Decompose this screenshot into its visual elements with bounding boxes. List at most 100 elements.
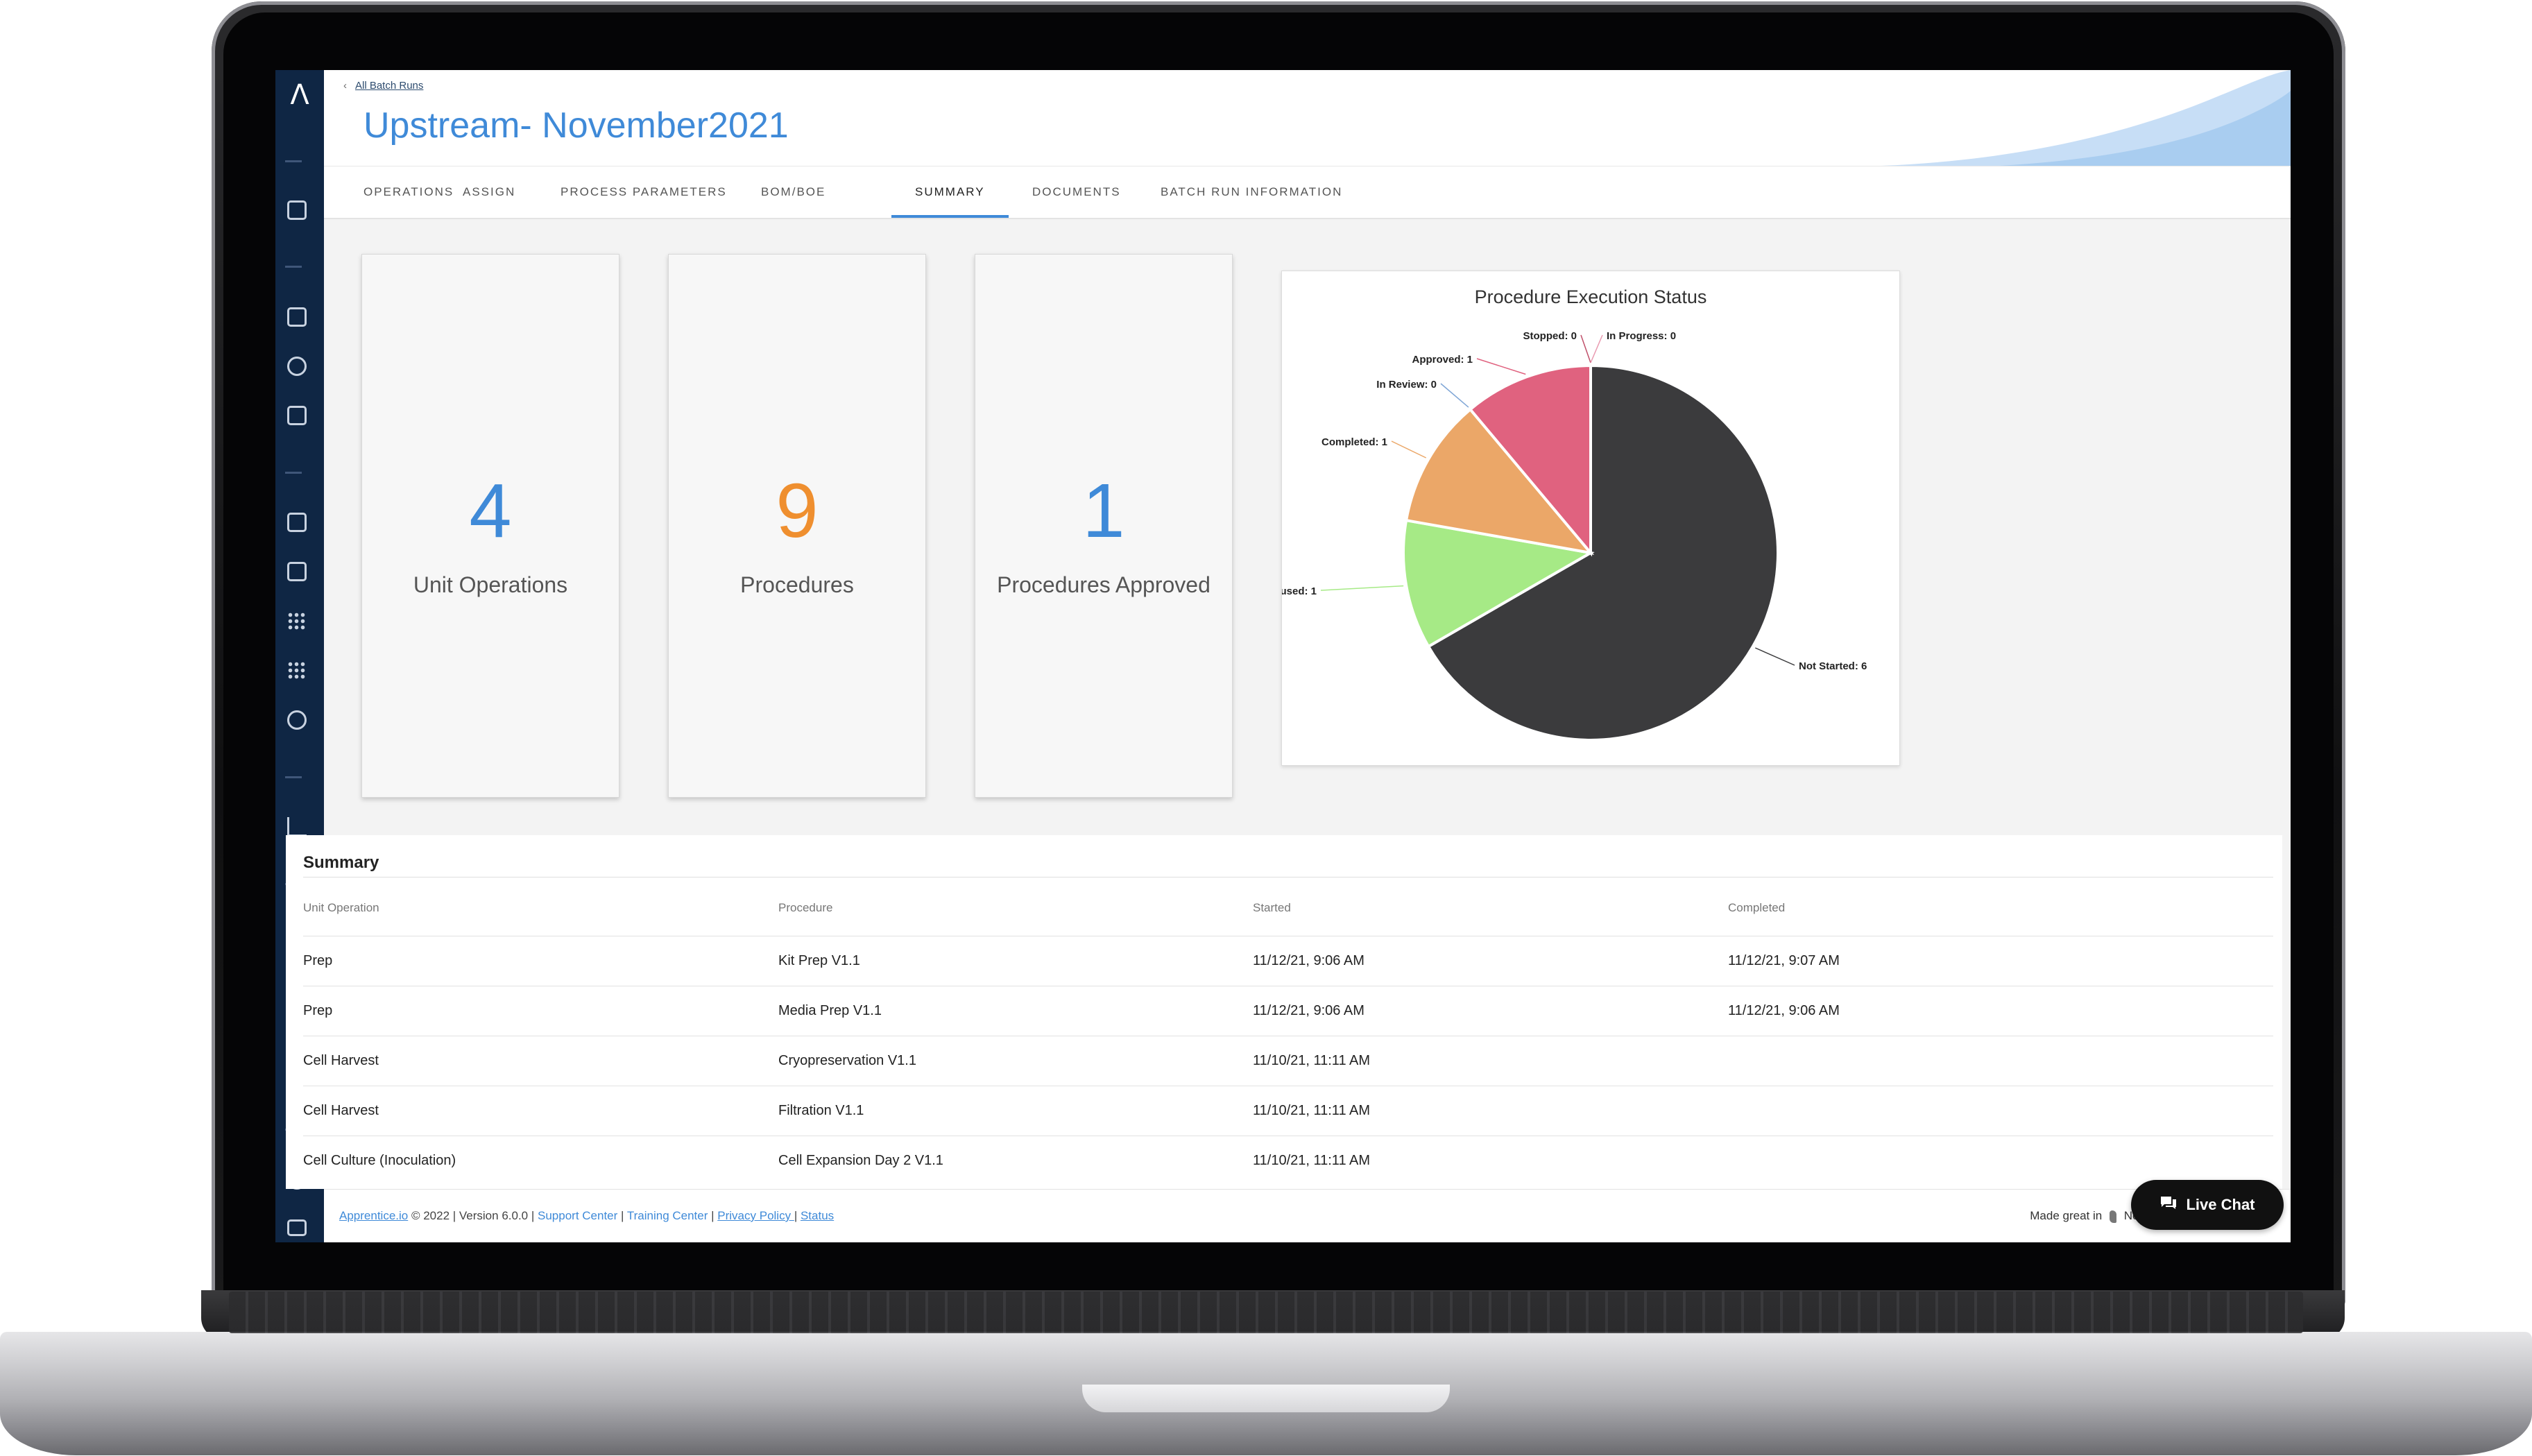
sidebar-divider <box>285 472 302 474</box>
trackpad-notch <box>1082 1385 1450 1412</box>
cell-started: 11/10/21, 11:11 AM <box>1253 1153 1371 1168</box>
table-row[interactable]: Cell Culture (Inoculation) Cell Expansio… <box>303 1136 2273 1186</box>
clock-icon[interactable] <box>287 710 307 730</box>
cell-procedure: Media Prep V1.1 <box>778 1003 882 1018</box>
pie-label-connector <box>1391 440 1427 459</box>
tab-operations[interactable]: OPERATIONS <box>363 166 454 218</box>
pie-label-connector <box>1440 383 1469 408</box>
pie-label-approved: Approved: 1 <box>1412 354 1473 366</box>
page-footer: Apprentice.io © 2022 | Version 6.0.0 | S… <box>324 1189 2291 1242</box>
chevron-left-icon[interactable]: ‹ <box>343 80 347 92</box>
cell-unit-operation: Cell Culture (Inoculation) <box>303 1153 456 1168</box>
grid-icon[interactable] <box>287 612 307 631</box>
tab-summary[interactable]: SUMMARY <box>891 166 1009 218</box>
sidebar-divider <box>285 776 302 778</box>
tab-documents[interactable]: DOCUMENTS <box>1032 166 1121 218</box>
table-row[interactable]: Prep Kit Prep V1.1 11/12/21, 9:06 AM 11/… <box>303 936 2273 986</box>
procedures-approved-card: 1 Procedures Approved <box>975 254 1233 798</box>
cell-unit-operation: Cell Harvest <box>303 1053 379 1068</box>
cell-started: 11/12/21, 9:06 AM <box>1253 1003 1365 1018</box>
cell-started: 11/10/21, 11:11 AM <box>1253 1103 1371 1118</box>
training-center-link[interactable]: Training Center <box>627 1209 708 1222</box>
column-header-procedure[interactable]: Procedure <box>778 901 832 915</box>
pie-label-connector <box>1320 585 1404 591</box>
footer-separator: | <box>708 1209 718 1222</box>
table-row[interactable]: Cell Harvest Cryopreservation V1.1 11/10… <box>303 1036 2273 1086</box>
live-chat-label: Live Chat <box>2186 1196 2255 1213</box>
pie-label-in-review: In Review: 0 <box>1376 379 1437 391</box>
footer-separator: | <box>617 1209 627 1222</box>
tab-process-parameters[interactable]: PROCESS PARAMETERS <box>561 166 727 218</box>
unit-operations-count: 4 <box>469 468 512 554</box>
apps-icon[interactable] <box>287 661 307 680</box>
logout-icon[interactable] <box>287 1219 307 1236</box>
procedures-label: Procedures <box>740 572 854 597</box>
app-screen: Λ ‹ All Batch Runs Upstream- November202… <box>275 70 2291 1242</box>
unit-operations-label: Unit Operations <box>413 572 568 597</box>
cell-completed: 11/12/21, 9:06 AM <box>1728 1003 1840 1018</box>
sidebar-divider <box>285 160 302 162</box>
privacy-policy-link[interactable]: Privacy Policy <box>717 1209 794 1222</box>
procedure-status-chart: Procedure Execution Status Not Started: … <box>1281 271 1900 766</box>
footer-separator: | <box>794 1209 801 1222</box>
cell-procedure: Kit Prep V1.1 <box>778 953 860 968</box>
procedures-card: 9 Procedures <box>668 254 926 798</box>
cell-unit-operation: Cell Harvest <box>303 1103 379 1118</box>
footer-links: Apprentice.io © 2022 | Version 6.0.0 | S… <box>339 1209 834 1223</box>
column-header-unit-operation[interactable]: Unit Operation <box>303 901 379 915</box>
chat-bubble-icon <box>2159 1181 2178 1231</box>
gauge-icon[interactable] <box>287 357 307 376</box>
column-header-started[interactable]: Started <box>1253 901 1291 915</box>
cell-procedure: Cell Expansion Day 2 V1.1 <box>778 1153 943 1168</box>
documents-icon[interactable] <box>287 562 307 581</box>
keyboard-edge <box>229 1292 2303 1333</box>
tab-bar: OPERATIONS ASSIGN PROCESS PARAMETERS BOM… <box>324 166 2291 219</box>
procedures-count: 9 <box>776 468 819 554</box>
bar-chart-icon[interactable] <box>287 817 307 837</box>
cell-started: 11/10/21, 11:11 AM <box>1253 1053 1371 1068</box>
new-jersey-icon <box>2109 1210 2116 1223</box>
breadcrumb-all-batch-runs[interactable]: All Batch Runs <box>355 80 423 92</box>
live-chat-button[interactable]: Live Chat <box>2131 1180 2284 1230</box>
support-center-link[interactable]: Support Center <box>538 1209 617 1222</box>
procedures-approved-label: Procedures Approved <box>997 572 1211 597</box>
tab-assign[interactable]: ASSIGN <box>463 166 515 218</box>
pie-label-connector <box>1590 334 1603 363</box>
apprentice-link[interactable]: Apprentice.io <box>339 1209 408 1222</box>
table-row[interactable]: Cell Harvest Filtration V1.1 11/10/21, 1… <box>303 1086 2273 1136</box>
page-header: ‹ All Batch Runs Upstream- November2021 <box>324 70 2291 166</box>
dashboard-icon[interactable] <box>287 200 307 220</box>
video-icon[interactable] <box>287 307 307 327</box>
gallery-icon[interactable] <box>287 406 307 425</box>
header-wave-decoration <box>1881 70 2291 166</box>
column-header-completed[interactable]: Completed <box>1728 901 1785 915</box>
pie-label-connector <box>1476 358 1526 375</box>
cell-procedure: Cryopreservation V1.1 <box>778 1053 916 1068</box>
procedures-approved-count: 1 <box>1082 468 1125 554</box>
cell-unit-operation: Prep <box>303 953 333 968</box>
pie-label-connector <box>1580 334 1591 363</box>
summary-title: Summary <box>303 853 379 872</box>
breadcrumb: ‹ All Batch Runs <box>343 80 423 92</box>
pie-label-paused: Paused: 1 <box>1282 585 1317 597</box>
pie-chart: Not Started: 6 Paused: 1 Completed: 1 In Re… <box>1282 330 1867 742</box>
pie-label-in-progress: In Progress: 0 <box>1607 330 1676 342</box>
tab-batch-run-information[interactable]: BATCH RUN INFORMATION <box>1161 166 1342 218</box>
page-title: Upstream- November2021 <box>363 105 789 146</box>
tab-bom-boe[interactable]: BOM/BOE <box>761 166 826 218</box>
cell-unit-operation: Prep <box>303 1003 333 1018</box>
unit-operations-card: 4 Unit Operations <box>361 254 619 798</box>
made-in-label: Made great in <box>2030 1209 2103 1222</box>
summary-panel: Summary Unit Operation Procedure Started… <box>286 835 2282 1189</box>
cell-completed: 11/12/21, 9:07 AM <box>1728 953 1840 968</box>
window-icon[interactable] <box>287 513 307 532</box>
pie-label-stopped: Stopped: 0 <box>1523 330 1577 342</box>
table-row[interactable]: Prep Media Prep V1.1 11/12/21, 9:06 AM 1… <box>303 986 2273 1036</box>
pie-label-completed: Completed: 1 <box>1321 436 1387 448</box>
pie-label-connector <box>1754 647 1795 666</box>
sidebar-divider <box>285 266 302 268</box>
status-link[interactable]: Status <box>801 1209 834 1222</box>
footer-copyright: © 2022 | Version 6.0.0 | <box>408 1209 538 1222</box>
apprentice-logo[interactable]: Λ <box>283 78 316 112</box>
pie-label-not-started: Not Started: 6 <box>1799 660 1867 672</box>
